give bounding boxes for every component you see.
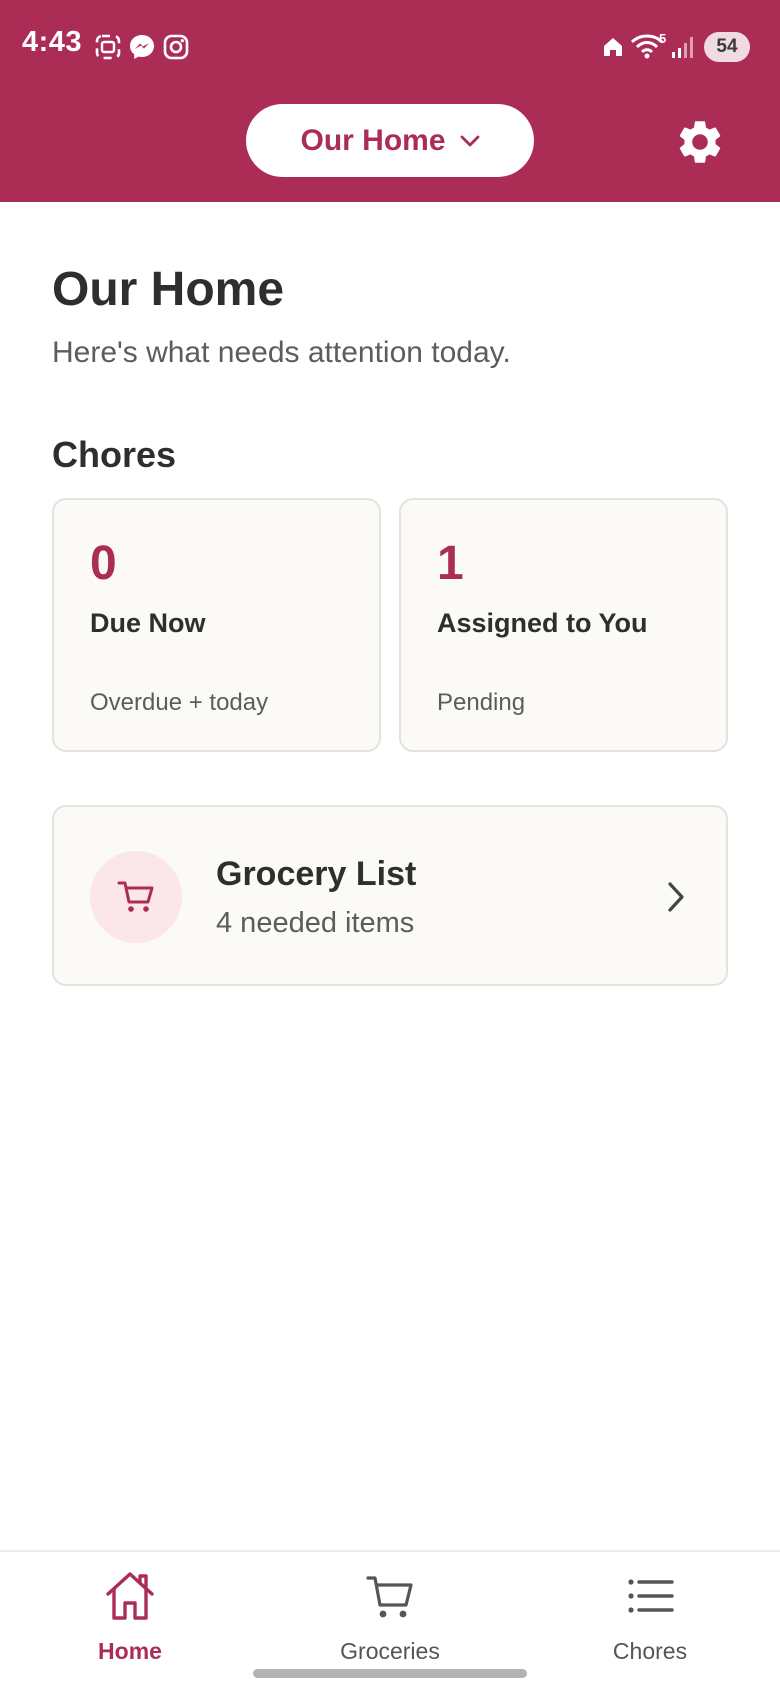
home-status-icon	[604, 38, 622, 56]
grocery-list-card[interactable]: Grocery List 4 needed items	[52, 805, 728, 986]
household-switcher[interactable]: Our Home	[246, 104, 534, 177]
status-bar: 4:43 5 54	[0, 0, 780, 94]
grocery-icon-badge	[90, 851, 182, 943]
nav-item-home[interactable]: Home	[30, 1552, 230, 1672]
app-header: 4:43 5 54 Our Home	[0, 0, 780, 202]
list-icon	[628, 1579, 674, 1613]
chevron-down-icon	[460, 135, 479, 146]
due-now-label: Due Now	[90, 608, 206, 638]
due-now-count: 0	[90, 537, 117, 590]
status-time: 4:43	[22, 26, 83, 58]
assigned-count: 1	[437, 537, 464, 590]
household-name: Our Home	[300, 123, 446, 157]
nav-item-groceries[interactable]: Groceries	[290, 1552, 490, 1672]
gear-icon[interactable]	[674, 116, 726, 168]
grocery-list-title: Grocery List	[216, 855, 417, 893]
assigned-caption: Pending	[437, 689, 526, 716]
wifi-label: 5	[659, 31, 667, 46]
battery-indicator: 54	[704, 32, 750, 62]
chevron-right-icon	[668, 882, 684, 912]
page-subtitle: Here's what needs attention today.	[52, 336, 511, 369]
signal-icon	[672, 37, 693, 58]
screen: 4:43 5 54 Our Home Our Home Here's what …	[0, 0, 780, 1690]
assigned-to-you-card[interactable]: 1 Assigned to You Pending	[399, 498, 728, 752]
due-now-card[interactable]: 0 Due Now Overdue + today	[52, 498, 381, 752]
home-icon	[106, 1572, 154, 1620]
nav-label-groceries: Groceries	[340, 1638, 440, 1664]
nav-label-home: Home	[98, 1638, 162, 1664]
chores-section-title: Chores	[52, 434, 177, 475]
cart-icon	[366, 1576, 413, 1618]
due-now-caption: Overdue + today	[90, 689, 269, 716]
instagram-icon	[163, 34, 189, 60]
nav-item-chores[interactable]: Chores	[550, 1552, 750, 1672]
grocery-list-count: 4 needed items	[216, 907, 415, 939]
page-title: Our Home	[52, 263, 285, 316]
cart-icon	[117, 881, 154, 912]
assigned-label: Assigned to You	[437, 608, 648, 638]
messenger-icon	[130, 35, 154, 59]
home-indicator[interactable]	[253, 1669, 527, 1678]
nav-label-chores: Chores	[612, 1638, 688, 1664]
screenshot-icon	[95, 34, 121, 60]
